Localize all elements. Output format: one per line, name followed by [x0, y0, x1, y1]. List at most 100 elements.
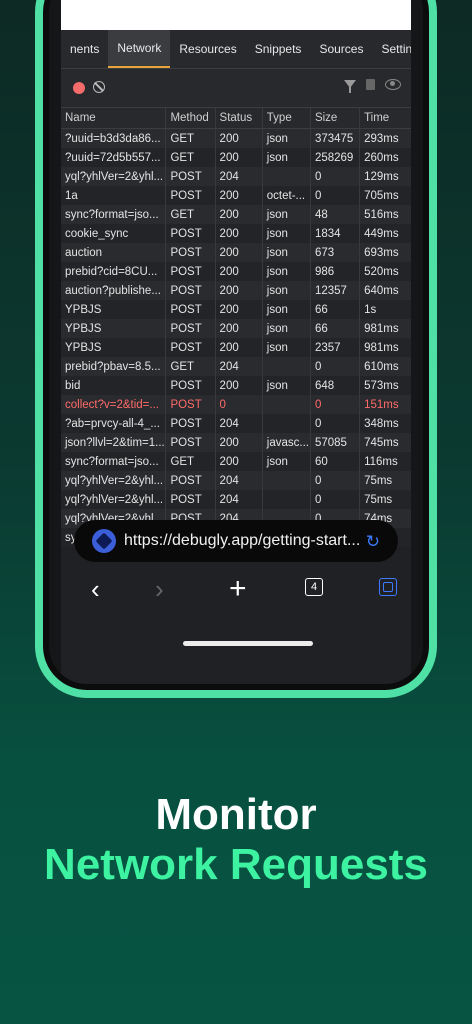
column-header[interactable]: Size	[311, 108, 361, 128]
table-row[interactable]: cookie_sync POST 200 json 1834 449ms	[61, 224, 411, 243]
headline-line-2: Network Requests	[44, 840, 428, 889]
table-cell: 200	[216, 281, 263, 300]
table-cell: YPBJS	[61, 300, 167, 319]
column-header[interactable]: Status	[216, 108, 263, 128]
table-row[interactable]: ?uuid=72d5b557... GET 200 json 258269 260ms	[61, 148, 411, 167]
table-row[interactable]: collect?v=2&tid=... POST 0 0 151ms	[61, 395, 411, 414]
table-cell: ?ab=prvcy-all-4_...	[61, 414, 167, 433]
table-cell: POST	[166, 224, 216, 243]
address-bar[interactable]: https://debugly.app/getting-start... ↻	[74, 520, 398, 562]
table-cell: POST	[166, 243, 216, 262]
eye-icon[interactable]	[385, 79, 401, 90]
table-cell: 204	[216, 414, 263, 433]
table-cell: 0	[311, 490, 361, 509]
table-row[interactable]: sync?format=jso... GET 200 json 60 116ms	[61, 452, 411, 471]
table-cell: 200	[216, 338, 263, 357]
table-cell	[263, 357, 311, 376]
filter-icon[interactable]	[344, 79, 356, 93]
column-header[interactable]: Method	[166, 108, 216, 128]
tab-resources[interactable]: Resources	[170, 30, 245, 68]
table-cell	[263, 471, 311, 490]
table-cell: 60	[311, 452, 361, 471]
table-row[interactable]: prebid?cid=8CU... POST 200 json 986 520ms	[61, 262, 411, 281]
debug-console-button[interactable]	[379, 578, 397, 596]
table-row[interactable]: json?llvl=2&tim=1... POST 200 javasc... 5708…	[61, 433, 411, 452]
table-cell: json	[263, 452, 311, 471]
back-button[interactable]: ‹	[91, 576, 100, 602]
table-row[interactable]: ?uuid=b3d3da86... GET 200 json 373475 293ms	[61, 129, 411, 148]
table-cell: POST	[166, 319, 216, 338]
table-cell: 200	[216, 129, 263, 148]
table-cell: 200	[216, 224, 263, 243]
table-cell: 204	[216, 471, 263, 490]
table-row[interactable]: sync?format=jso... GET 200 json 48 516ms	[61, 205, 411, 224]
table-cell: POST	[166, 262, 216, 281]
table-cell: 66	[311, 319, 361, 338]
trash-icon[interactable]	[366, 79, 375, 90]
table-cell: 293ms	[364, 132, 399, 145]
table-cell: 673	[311, 243, 361, 262]
column-header[interactable]: Type	[263, 108, 311, 128]
table-cell: ?uuid=72d5b557...	[61, 148, 167, 167]
table-row[interactable]: 1a POST 200 octet-... 0 705ms	[61, 186, 411, 205]
table-row[interactable]: yql?yhlVer=2&yhl... POST 204 0 129ms	[61, 167, 411, 186]
table-cell: 200	[216, 186, 263, 205]
table-cell: 204	[216, 357, 263, 376]
table-cell: POST	[166, 281, 216, 300]
table-cell: javasc...	[263, 433, 311, 452]
tab-network[interactable]: Network	[108, 30, 171, 68]
table-cell: 373475	[311, 129, 361, 148]
table-cell: 520ms	[364, 265, 399, 278]
table-cell: 573ms	[364, 379, 399, 392]
table-cell: POST	[166, 395, 216, 414]
table-row[interactable]: YPBJS POST 200 json 66 1s	[61, 300, 411, 319]
table-row[interactable]: YPBJS POST 200 json 66 981ms	[61, 319, 411, 338]
table-cell: GET	[166, 452, 216, 471]
devtools-tab-bar: nents Network Resources Snippets Sources Sett…	[61, 30, 411, 69]
tab-sources[interactable]: Sources	[310, 30, 372, 68]
forward-button[interactable]: ›	[155, 576, 164, 602]
table-row[interactable]: yql?yhlVer=2&yhl... POST 204 0 75ms	[61, 471, 411, 490]
table-row[interactable]: ?ab=prvcy-all-4_... POST 204 0 348ms	[61, 414, 411, 433]
clear-icon[interactable]	[93, 81, 105, 93]
new-tab-button[interactable]: +	[229, 574, 247, 604]
table-row[interactable]: prebid?pbav=8.5... GET 204 0 610ms	[61, 357, 411, 376]
table-cell: 981ms	[364, 322, 399, 335]
table-cell: 0	[216, 395, 263, 414]
table-row[interactable]: auction?publishe... POST 200 json 12357 640ms	[61, 281, 411, 300]
table-row[interactable]: yql?yhlVer=2&yhl... POST 204 0 75ms	[61, 490, 411, 509]
column-header[interactable]: Time	[360, 108, 411, 128]
table-cell: json	[263, 148, 311, 167]
table-cell: 12357	[311, 281, 361, 300]
table-cell: 200	[216, 433, 263, 452]
reload-icon[interactable]: ↻	[366, 532, 380, 552]
table-cell: prebid?pbav=8.5...	[61, 357, 167, 376]
tab-settings[interactable]: Settings	[372, 30, 411, 68]
table-cell	[263, 395, 311, 414]
webpage-preview[interactable]	[61, 0, 411, 31]
table-cell: 693ms	[364, 246, 399, 259]
table-cell: 200	[216, 262, 263, 281]
table-row[interactable]: bid POST 200 json 648 573ms	[61, 376, 411, 395]
table-cell: 0	[311, 167, 361, 186]
tab-count-button[interactable]: 4	[305, 578, 323, 596]
table-cell: json	[263, 319, 311, 338]
table-cell: yql?yhlVer=2&yhl...	[61, 167, 167, 186]
table-cell: 204	[216, 167, 263, 186]
table-row[interactable]: YPBJS POST 200 json 2357 981ms	[61, 338, 411, 357]
table-cell: octet-...	[263, 186, 311, 205]
table-cell: YPBJS	[61, 319, 167, 338]
table-cell: sync?format=jso...	[61, 205, 167, 224]
table-row[interactable]: auction POST 200 json 673 693ms	[61, 243, 411, 262]
column-header[interactable]: Name	[61, 108, 167, 128]
tab-nents[interactable]: nents	[61, 30, 108, 68]
record-icon[interactable]	[73, 82, 85, 94]
table-header: Name Method Status Type Size Time	[61, 108, 411, 129]
tab-snippets[interactable]: Snippets	[246, 30, 311, 68]
table-cell: 75ms	[364, 474, 393, 487]
table-cell: 129ms	[364, 170, 399, 183]
url-text[interactable]: https://debugly.app/getting-start...	[124, 532, 360, 550]
table-cell	[263, 414, 311, 433]
network-request-table: Name Method Status Type Size Time ?uuid=b3d3da…	[61, 108, 411, 547]
table-cell: GET	[166, 357, 216, 376]
